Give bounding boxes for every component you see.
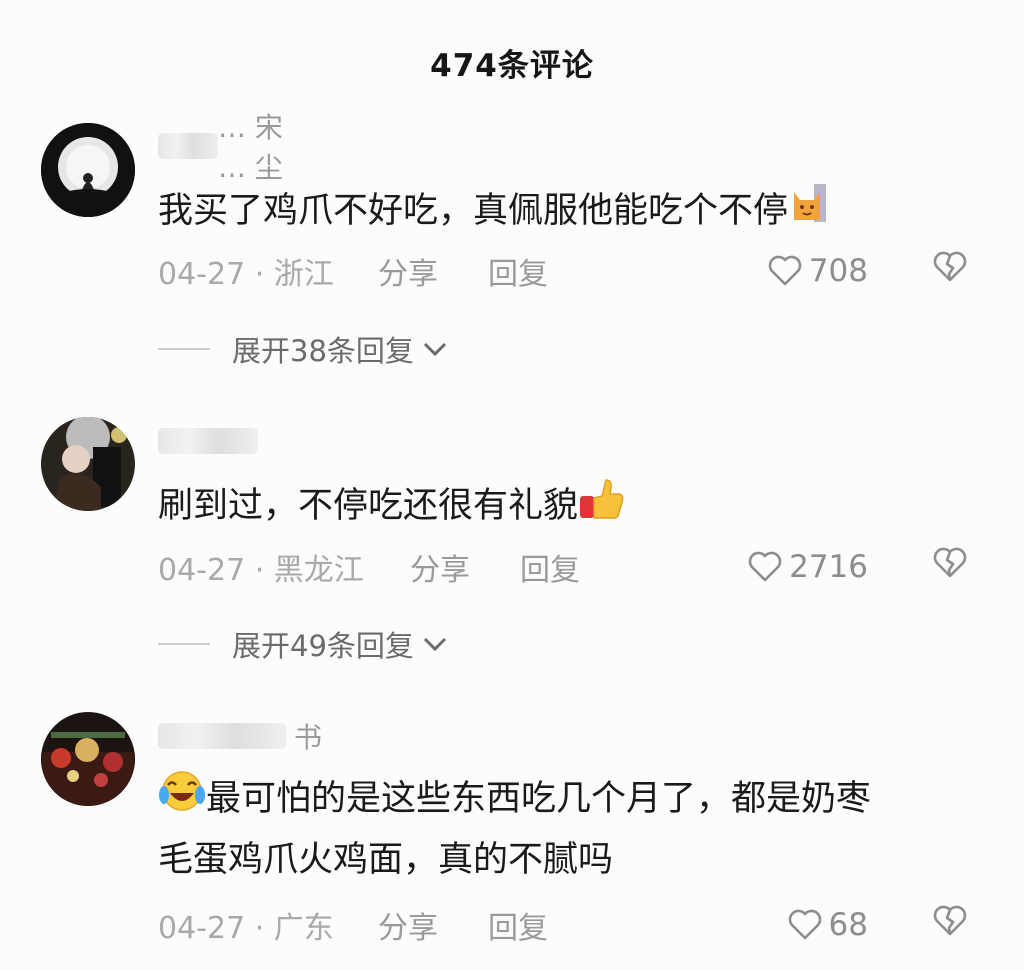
dislike-button[interactable] (932, 905, 968, 945)
dislike-button[interactable] (932, 251, 968, 291)
thumbs-up-emoji-icon (578, 476, 626, 538)
avatar-image-icon (41, 123, 135, 217)
avatar-image-icon (41, 712, 135, 806)
chevron-down-icon (423, 637, 446, 652)
avatar[interactable] (41, 712, 135, 806)
broken-heart-icon (933, 905, 967, 936)
comment-date-location: 04-27 · 广东 (158, 911, 334, 946)
comment-date-location: 04-27 · 浙江 (158, 257, 334, 292)
divider-line (158, 348, 210, 350)
heart-icon (788, 909, 821, 940)
expand-replies-button[interactable]: 展开38条回复 (158, 329, 448, 369)
like-count: 2716 (789, 549, 868, 585)
share-button[interactable]: 分享 (410, 545, 470, 589)
username[interactable]: … 宋 … 尘 (158, 111, 288, 184)
heart-icon (768, 255, 802, 286)
username-text: 书 (294, 721, 323, 754)
username-text: … 宋 … 尘 (218, 111, 283, 184)
expand-replies-button[interactable]: 展开49条回复 (158, 624, 448, 664)
username[interactable] (158, 425, 258, 457)
comment-meta: 04-27 · 广东 分享 回复 68 (158, 903, 978, 947)
chevron-down-icon (423, 342, 446, 357)
avatar[interactable] (41, 417, 135, 511)
divider-line (158, 643, 210, 645)
comment-text: 刷到过，不停吃还很有礼貌 (158, 476, 958, 538)
like-button[interactable]: 2716 (747, 549, 868, 585)
comment-meta: 04-27 · 浙江 分享 回复 708 (158, 249, 978, 293)
comment-text: 最可怕的是这些东西吃几个月了，都是奶枣 毛蛋鸡爪火鸡面，真的不腻吗 (158, 769, 958, 889)
reply-button[interactable]: 回复 (488, 903, 548, 947)
comment-meta: 04-27 · 黑龙江 分享 回复 2716 (158, 545, 978, 589)
comment-count-title: 474条评论 (430, 48, 594, 84)
laughing-crying-emoji-icon (158, 769, 206, 831)
share-button[interactable]: 分享 (378, 249, 438, 293)
comment-date-location: 04-27 · 黑龙江 (158, 553, 364, 588)
reply-button[interactable]: 回复 (520, 545, 580, 589)
like-count: 708 (808, 253, 868, 289)
blurred-username (158, 428, 258, 454)
like-button[interactable]: 708 (767, 253, 868, 289)
blurred-username (158, 133, 218, 159)
avatar[interactable] (41, 123, 135, 217)
comment-text: 我买了鸡爪不好吃，真佩服他能吃个不停 (158, 182, 958, 242)
reply-button[interactable]: 回复 (488, 249, 548, 293)
dislike-button[interactable] (932, 547, 968, 587)
broken-heart-icon (933, 251, 967, 282)
broken-heart-icon (933, 547, 967, 578)
username[interactable]: 书 (158, 720, 322, 754)
avatar-image-icon (41, 417, 135, 511)
heart-icon (748, 551, 782, 582)
like-button[interactable]: 68 (787, 907, 868, 943)
blurred-username (158, 723, 286, 749)
like-count: 68 (828, 907, 868, 943)
cat-emoji-icon (788, 182, 830, 242)
share-button[interactable]: 分享 (378, 903, 438, 947)
